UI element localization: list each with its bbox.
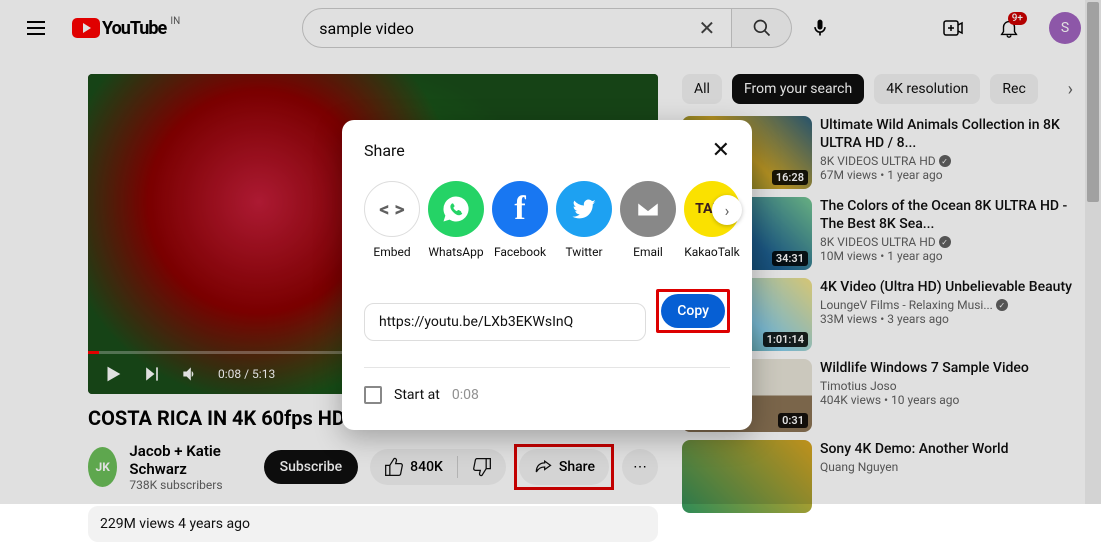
share-button[interactable]: Share [519,449,609,485]
share-embed[interactable]: < > Embed [364,181,420,259]
rec-channel: Timotius Joso [820,379,897,393]
subscribe-button[interactable]: Subscribe [264,450,359,484]
share-whatsapp[interactable]: WhatsApp [428,181,484,259]
copy-highlight-box: Copy [656,289,730,333]
rec-title: Ultimate Wild Animals Collection in 8K U… [820,116,1077,152]
time-display: 0:08 / 5:13 [218,367,275,381]
startat-checkbox[interactable] [364,386,382,404]
verified-icon: ✓ [939,155,951,167]
play-icon [72,18,100,38]
create-icon [941,16,965,40]
duration-badge: 34:31 [772,251,808,266]
notifications-button[interactable]: 9+ [989,8,1029,48]
avatar-letter: S [1049,12,1081,44]
verified-icon: ✓ [939,236,951,248]
volume-button[interactable] [180,364,200,384]
search-box: ✕ [302,8,732,48]
rec-title: Wildlife Windows 7 Sample Video [820,359,1077,377]
share-label: WhatsApp [428,245,483,259]
description-box[interactable]: 229M views 4 years ago [88,506,658,542]
rec-title: 4K Video (Ultra HD) Unbelievable Beauty [820,278,1077,296]
rec-channel: 8K VIDEOS ULTRA HD [820,235,936,249]
facebook-icon: f [492,181,548,237]
clear-search-icon[interactable]: ✕ [698,16,715,40]
thumbs-up-icon [384,457,404,477]
rec-meta: 404K views • 10 years ago [820,393,1077,407]
duration-badge: 0:31 [778,413,808,428]
rec-title: Sony 4K Demo: Another World [820,440,1077,458]
rec-meta: 67M views • 1 year ago [820,168,1077,182]
share-icon [533,457,553,477]
share-url-box [364,303,646,341]
rec-channel: LoungeV Films - Relaxing Musi... [820,298,993,312]
duration-badge: 1:01:14 [763,332,808,347]
next-button[interactable] [142,364,162,384]
chip-all[interactable]: All [682,74,722,104]
create-button[interactable] [933,8,973,48]
rec-channel: Quang Nguyen [820,460,898,474]
verified-icon: ✓ [996,299,1008,311]
rec-channel: 8K VIDEOS ULTRA HD [820,154,936,168]
like-button[interactable]: 840K [370,449,457,485]
dislike-button[interactable] [458,449,506,485]
play-button[interactable] [102,363,124,385]
twitter-icon [556,181,612,237]
chip-rec[interactable]: Rec [990,74,1037,104]
scrollbar-track[interactable] [1085,0,1101,504]
share-label: Share [559,459,595,475]
recommendation-item[interactable]: Sony 4K Demo: Another World Quang Nguyen [682,440,1077,513]
header: YouTube IN ✕ 9+ S [0,0,1101,56]
account-avatar[interactable]: S [1045,8,1085,48]
chip-4k[interactable]: 4K resolution [874,74,980,104]
scrollbar-thumb[interactable] [1087,2,1099,202]
share-highlight-box: Share [514,444,614,490]
share-label: Twitter [565,245,602,259]
share-email[interactable]: Email [620,181,676,259]
views-date: 229M views 4 years ago [100,516,250,532]
chips-next-icon[interactable]: › [1064,75,1077,104]
more-actions-button[interactable]: ⋯ [622,449,658,485]
startat-time: 0:08 [452,387,479,403]
rec-meta: 10M views • 1 year ago [820,249,1077,263]
startat-label: Start at [394,387,440,403]
email-icon [620,181,676,237]
share-label: KakaoTalk [684,245,740,259]
channel-name[interactable]: Jacob + Katie Schwarz [129,442,241,478]
channel-avatar[interactable]: JK [88,447,117,487]
share-label: Embed [373,245,410,259]
search-icon [752,18,772,38]
share-url-input[interactable] [379,314,635,330]
share-label: Facebook [494,245,546,259]
copy-button[interactable]: Copy [661,294,725,328]
logo-text: YouTube [102,18,166,39]
filter-chips: All From your search 4K resolution Rec › [682,74,1077,104]
share-next-icon[interactable]: › [712,195,742,225]
dialog-title: Share [364,141,405,160]
youtube-logo[interactable]: YouTube IN [72,18,166,39]
close-icon[interactable]: ✕ [712,138,730,163]
mic-icon [810,18,830,38]
search-input[interactable] [319,19,698,38]
hamburger-menu[interactable] [16,8,56,48]
rec-title: The Colors of the Ocean 8K ULTRA HD - Th… [820,197,1077,233]
like-count: 840K [410,459,443,475]
country-code: IN [170,16,180,27]
notification-badge: 9+ [1008,12,1027,25]
share-twitter[interactable]: Twitter [556,181,612,259]
like-dislike-pill: 840K [370,449,506,485]
share-facebook[interactable]: f Facebook [492,181,548,259]
thumbnail [682,440,812,513]
thumbs-down-icon [472,457,492,477]
search-button[interactable] [732,8,792,48]
share-label: Email [633,245,663,259]
chip-from-search[interactable]: From your search [732,74,864,104]
subscriber-count: 738K subscribers [129,478,241,492]
voice-search-button[interactable] [800,8,840,48]
whatsapp-icon [428,181,484,237]
share-dialog: Share ✕ < > Embed WhatsApp f Facebook Tw… [342,120,752,430]
duration-badge: 16:28 [772,170,808,185]
rec-meta: 33M views • 3 years ago [820,312,1077,326]
embed-icon: < > [364,181,420,237]
